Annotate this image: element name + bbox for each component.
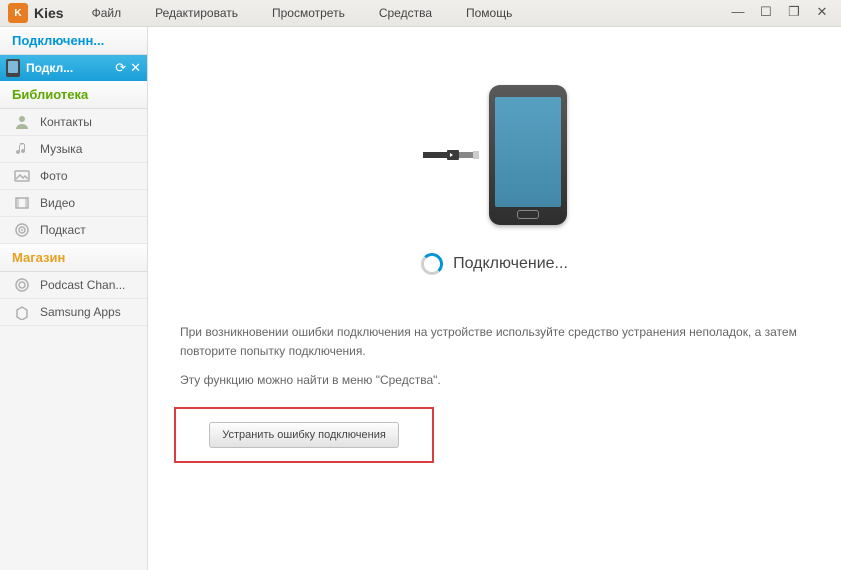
sidebar: Подключенн... Подкл... ⟳ ✕ Библиотека Ко… [0, 27, 148, 570]
usb-connector-icon [423, 146, 479, 164]
info-line-1: При возникновении ошибки подключения на … [180, 323, 809, 361]
photo-icon [12, 167, 32, 185]
menu-help[interactable]: Помощь [466, 6, 512, 20]
sidebar-item-label: Видео [40, 196, 75, 210]
sidebar-item-music[interactable]: Музыка [0, 136, 147, 163]
sidebar-item-podcast[interactable]: Подкаст [0, 217, 147, 244]
sidebar-item-label: Музыка [40, 142, 82, 156]
sidebar-item-video[interactable]: Видео [0, 190, 147, 217]
device-name: Подкл... [26, 61, 115, 75]
phone-icon [6, 59, 20, 77]
sidebar-item-label: Podcast Chan... [40, 278, 125, 292]
info-text: При возникновении ошибки подключения на … [162, 323, 827, 401]
sidebar-item-label: Samsung Apps [40, 305, 121, 319]
maximize-button[interactable]: ☐ [757, 5, 775, 21]
minimize-button[interactable]: — [729, 5, 747, 21]
menu-tools[interactable]: Средства [379, 6, 432, 20]
app-title: Kies [34, 5, 64, 21]
video-icon [12, 194, 32, 212]
menu-file[interactable]: Файл [92, 6, 122, 20]
spinner-icon [421, 253, 443, 275]
phone-usb-illustration [423, 85, 567, 225]
main-panel: Подключение... При возникновении ошибки … [148, 27, 841, 570]
connection-status: Подключение... [453, 255, 568, 273]
menu-bar: Файл Редактировать Просмотреть Средства … [92, 6, 729, 20]
phone-illustration [489, 85, 567, 225]
sidebar-header-library: Библиотека [0, 81, 147, 109]
sidebar-header-connected: Подключенн... [0, 27, 147, 55]
window-controls: — ☐ ❐ ✕ [729, 5, 841, 21]
podcast-icon [12, 221, 32, 239]
highlight-annotation: Устранить ошибку подключения [174, 407, 434, 463]
music-icon [12, 140, 32, 158]
app-logo: K [8, 3, 28, 23]
contacts-icon [12, 113, 32, 131]
menu-edit[interactable]: Редактировать [155, 6, 238, 20]
info-line-2: Эту функцию можно найти в меню "Средства… [180, 371, 809, 390]
sidebar-item-contacts[interactable]: Контакты [0, 109, 147, 136]
menu-view[interactable]: Просмотреть [272, 6, 345, 20]
sidebar-item-label: Фото [40, 169, 68, 183]
samsung-apps-icon [12, 303, 32, 321]
sidebar-item-samsung-apps[interactable]: Samsung Apps [0, 299, 147, 326]
titlebar: K Kies Файл Редактировать Просмотреть Ср… [0, 0, 841, 27]
sidebar-header-store: Магазин [0, 244, 147, 272]
close-button[interactable]: ✕ [813, 5, 831, 21]
podcast-channel-icon [12, 276, 32, 294]
sidebar-device-item[interactable]: Подкл... ⟳ ✕ [0, 55, 147, 81]
refresh-icon[interactable]: ⟳ [115, 60, 126, 76]
disconnect-icon[interactable]: ✕ [130, 60, 141, 76]
sidebar-item-podcast-channel[interactable]: Podcast Chan... [0, 272, 147, 299]
sidebar-item-photo[interactable]: Фото [0, 163, 147, 190]
sidebar-item-label: Контакты [40, 115, 92, 129]
sidebar-item-label: Подкаст [40, 223, 86, 237]
restore-button[interactable]: ❐ [785, 5, 803, 21]
fix-connection-button[interactable]: Устранить ошибку подключения [209, 422, 399, 448]
